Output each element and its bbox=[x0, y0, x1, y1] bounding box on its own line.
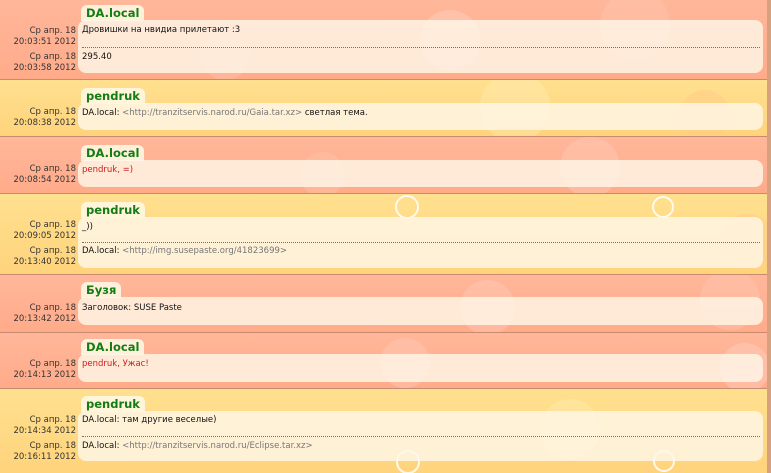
nickname[interactable]: pendruk bbox=[81, 88, 145, 104]
nickname[interactable]: pendruk bbox=[81, 202, 145, 218]
message-time: 20:14:13 2012 bbox=[13, 369, 76, 380]
flower-decoration bbox=[652, 196, 674, 218]
message-prefix: DA.local: bbox=[82, 108, 123, 118]
nickname[interactable]: pendruk bbox=[81, 396, 145, 412]
message-divider bbox=[82, 47, 760, 48]
message-text: DA.local: <http://img.susepaste.org/4182… bbox=[82, 246, 757, 257]
message-text: DA.local: там другие веселые) bbox=[82, 415, 217, 425]
message-time: 20:03:51 2012 bbox=[13, 36, 76, 47]
message-text: _)) bbox=[82, 222, 93, 232]
message-time: 20:14:34 2012 bbox=[13, 425, 76, 436]
message-date: Ср апр. 18 bbox=[29, 164, 76, 174]
message-group: pendruk Ср апр. 18 20:08:38 2012 DA.local… bbox=[0, 80, 771, 136]
message-timestamp: Ср апр. 18 20:13:42 2012 bbox=[0, 303, 76, 324]
message-date: Ср апр. 18 bbox=[29, 107, 76, 117]
message-prefix: DA.local: bbox=[82, 246, 123, 256]
message-link[interactable]: <http://tranzitservis.narod.ru/Eclipse.t… bbox=[122, 441, 312, 451]
message-group: pendruk Ср апр. 18 20:09:05 2012 _)) Ср а… bbox=[0, 194, 771, 274]
message-divider bbox=[82, 242, 760, 243]
message-text: Дровишки на нвидиа прилетают :3 bbox=[82, 25, 241, 35]
message-link[interactable]: <http://tranzitservis.narod.ru/Gaia.tar.… bbox=[122, 108, 302, 118]
message-date: Ср апр. 18 bbox=[29, 303, 76, 313]
message-timestamp: Ср апр. 18 20:14:34 2012 bbox=[0, 415, 76, 436]
message-timestamp: Ср апр. 18 20:03:51 2012 bbox=[0, 26, 76, 47]
message-time: 20:08:54 2012 bbox=[13, 174, 76, 185]
message-date: Ср апр. 18 bbox=[29, 441, 76, 451]
message-group: DA.local Ср апр. 18 20:14:13 2012 pendruk… bbox=[0, 333, 771, 388]
nickname[interactable]: DA.local bbox=[81, 145, 145, 161]
message-timestamp: Ср апр. 18 20:03:58 2012 bbox=[0, 52, 76, 73]
message-date: Ср апр. 18 bbox=[29, 220, 76, 230]
message-timestamp: Ср апр. 18 20:16:11 2012 bbox=[0, 441, 76, 462]
message-time: 20:13:42 2012 bbox=[13, 313, 76, 324]
message-date: Ср апр. 18 bbox=[29, 26, 76, 36]
message-time: 20:08:38 2012 bbox=[13, 117, 76, 128]
message-timestamp: Ср апр. 18 20:08:38 2012 bbox=[0, 107, 76, 128]
message-link[interactable]: <http://img.susepaste.org/41823699> bbox=[122, 246, 287, 256]
chat-log: DA.local Ср апр. 18 20:03:51 2012 Дровишк… bbox=[0, 0, 771, 473]
nickname[interactable]: DA.local bbox=[81, 5, 145, 21]
message-divider bbox=[82, 436, 760, 437]
message-text: DA.local: <http://tranzitservis.narod.ru… bbox=[82, 441, 757, 452]
message-timestamp: Ср апр. 18 20:08:54 2012 bbox=[0, 164, 76, 185]
message-time: 20:09:05 2012 bbox=[13, 230, 76, 241]
message-time: 20:16:11 2012 bbox=[13, 451, 76, 462]
message-prefix: DA.local: bbox=[82, 441, 123, 451]
message-timestamp: Ср апр. 18 20:14:13 2012 bbox=[0, 359, 76, 380]
message-date: Ср апр. 18 bbox=[29, 415, 76, 425]
message-date: Ср апр. 18 bbox=[29, 52, 76, 62]
message-group: DA.local Ср апр. 18 20:08:54 2012 pendruk… bbox=[0, 137, 771, 193]
message-date: Ср апр. 18 bbox=[29, 246, 76, 256]
nickname[interactable]: Бузя bbox=[81, 282, 122, 298]
message-text: DA.local: <http://tranzitservis.narod.ru… bbox=[82, 108, 757, 119]
window-edge bbox=[767, 0, 771, 473]
message-time: 20:03:58 2012 bbox=[13, 62, 76, 73]
message-date: Ср апр. 18 bbox=[29, 359, 76, 369]
message-timestamp: Ср апр. 18 20:09:05 2012 bbox=[0, 220, 76, 241]
message-text: 295.40 bbox=[82, 52, 112, 62]
message-group: Бузя Ср апр. 18 20:13:42 2012 Заголовок: … bbox=[0, 275, 771, 332]
message-timestamp: Ср апр. 18 20:13:40 2012 bbox=[0, 246, 76, 267]
message-text: pendruk, =) bbox=[82, 165, 134, 175]
message-text: pendruk, Ужас! bbox=[82, 359, 149, 369]
message-text: Заголовок: SUSE Paste bbox=[82, 303, 182, 313]
nickname[interactable]: DA.local bbox=[81, 339, 145, 355]
message-time: 20:13:40 2012 bbox=[13, 256, 76, 267]
message-group: pendruk Ср апр. 18 20:14:34 2012 DA.local… bbox=[0, 389, 771, 473]
message-group: DA.local Ср апр. 18 20:03:51 2012 Дровишк… bbox=[0, 0, 771, 79]
flower-decoration bbox=[395, 195, 419, 219]
message-suffix: светлая тема. bbox=[302, 108, 368, 118]
